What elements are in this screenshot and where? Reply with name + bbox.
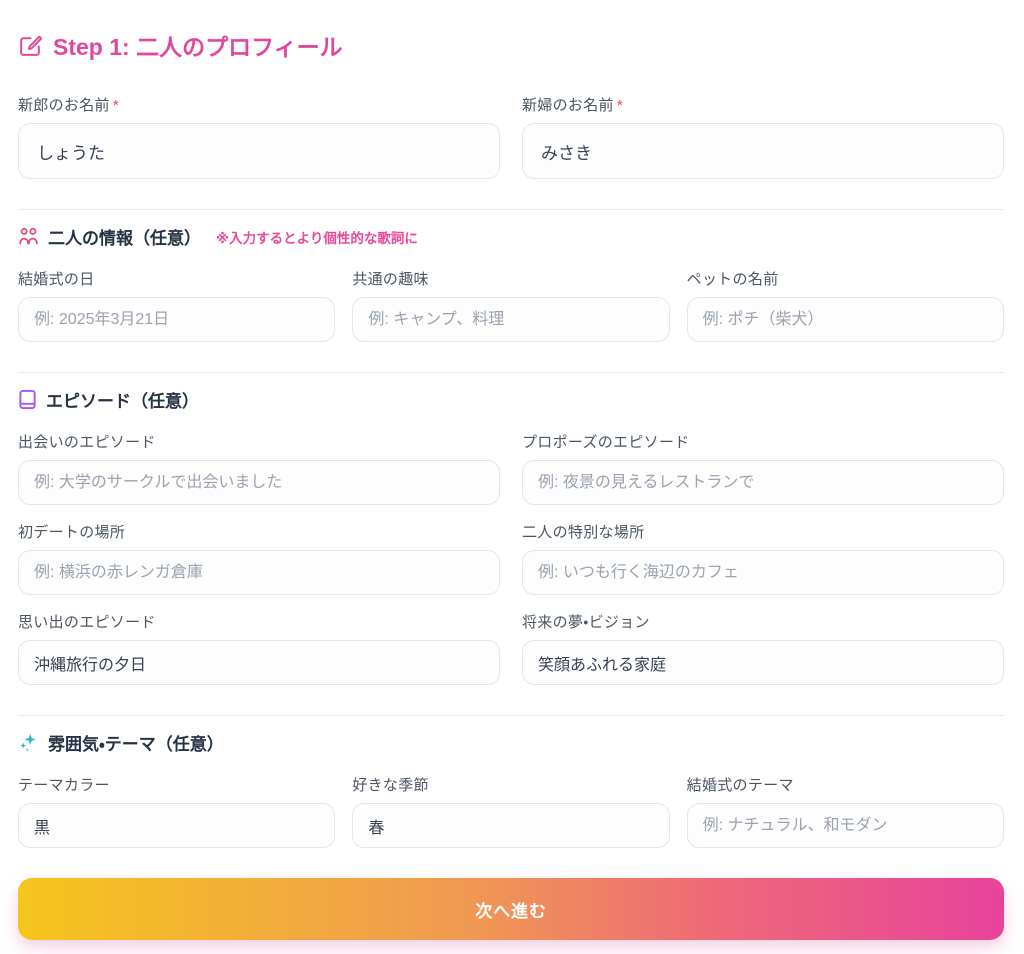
- pet-name-input[interactable]: [687, 297, 1004, 342]
- wedding-date-input[interactable]: [18, 297, 335, 342]
- episodes-grid: 出会いのエピソード プロポーズのエピソード 初デートの場所 二人の特別な場所 思…: [18, 431, 1004, 685]
- couple-icon: [18, 226, 39, 247]
- first-date-label: 初デートの場所: [18, 521, 500, 542]
- groom-name-label-text: 新郎のお名前: [18, 97, 110, 114]
- special-place-field-group: 二人の特別な場所: [522, 521, 1004, 595]
- edit-icon: [18, 33, 43, 58]
- section-divider: [18, 715, 1004, 716]
- special-place-label: 二人の特別な場所: [522, 521, 1004, 542]
- pet-name-field-group: ペットの名前: [687, 268, 1004, 342]
- bride-name-input[interactable]: [522, 123, 1004, 179]
- proposal-episode-field-group: プロポーズのエピソード: [522, 431, 1004, 505]
- required-asterisk: *: [617, 97, 623, 114]
- favorite-season-input[interactable]: [352, 803, 669, 848]
- theme-title: 雰囲気・テーマ（任意）: [48, 730, 224, 755]
- special-place-input[interactable]: [522, 550, 1004, 595]
- hobby-field-group: 共通の趣味: [352, 268, 669, 342]
- theme-color-label: テーマカラー: [18, 774, 335, 795]
- memory-episode-label: 思い出のエピソード: [18, 611, 500, 632]
- first-date-field-group: 初デートの場所: [18, 521, 500, 595]
- groom-name-label: 新郎のお名前*: [18, 94, 500, 115]
- bride-name-label-text: 新婦のお名前: [522, 97, 614, 114]
- bride-name-field-group: 新婦のお名前*: [522, 94, 1004, 179]
- memory-episode-field-group: 思い出のエピソード: [18, 611, 500, 685]
- sparkles-icon: [18, 732, 39, 753]
- book-icon: [18, 389, 37, 410]
- profile-form: Step 1: 二人のプロフィール 新郎のお名前* 新婦のお名前* 二人の情報（…: [0, 0, 1024, 954]
- meeting-episode-input[interactable]: [18, 460, 500, 505]
- couple-info-section-header: 二人の情報（任意） ※入力するとより個性的な歌詞に: [18, 224, 1004, 249]
- theme-color-input[interactable]: [18, 803, 335, 848]
- hobby-input[interactable]: [352, 297, 669, 342]
- page-title-text: Step 1: 二人のプロフィール: [53, 28, 343, 62]
- favorite-season-field-group: 好きな季節: [352, 774, 669, 848]
- first-date-input[interactable]: [18, 550, 500, 595]
- episodes-title: エピソード（任意）: [46, 387, 199, 412]
- meeting-episode-field-group: 出会いのエピソード: [18, 431, 500, 505]
- wedding-theme-field-group: 結婚式のテーマ: [687, 774, 1004, 848]
- favorite-season-label: 好きな季節: [352, 774, 669, 795]
- theme-row: テーマカラー 好きな季節 結婚式のテーマ: [18, 774, 1004, 848]
- bride-name-label: 新婦のお名前*: [522, 94, 1004, 115]
- pet-name-label: ペットの名前: [687, 268, 1004, 289]
- names-row: 新郎のお名前* 新婦のお名前*: [18, 94, 1004, 179]
- hobby-label: 共通の趣味: [352, 268, 669, 289]
- next-step-button[interactable]: 次へ進む: [18, 878, 1004, 940]
- proposal-episode-label: プロポーズのエピソード: [522, 431, 1004, 452]
- meeting-episode-label: 出会いのエピソード: [18, 431, 500, 452]
- required-asterisk: *: [113, 97, 119, 114]
- future-vision-field-group: 将来の夢・ビジョン: [522, 611, 1004, 685]
- groom-name-field-group: 新郎のお名前*: [18, 94, 500, 179]
- couple-info-note: ※入力するとより個性的な歌詞に: [216, 227, 418, 247]
- section-divider: [18, 209, 1004, 210]
- wedding-date-label: 結婚式の日: [18, 268, 335, 289]
- groom-name-input[interactable]: [18, 123, 500, 179]
- wedding-date-field-group: 結婚式の日: [18, 268, 335, 342]
- future-vision-label: 将来の夢・ビジョン: [522, 611, 1004, 632]
- page-title: Step 1: 二人のプロフィール: [18, 28, 1004, 62]
- theme-section-header: 雰囲気・テーマ（任意）: [18, 730, 1004, 755]
- episodes-section-header: エピソード（任意）: [18, 387, 1004, 412]
- future-vision-input[interactable]: [522, 640, 1004, 685]
- section-divider: [18, 372, 1004, 373]
- wedding-theme-label: 結婚式のテーマ: [687, 774, 1004, 795]
- theme-color-field-group: テーマカラー: [18, 774, 335, 848]
- couple-info-row: 結婚式の日 共通の趣味 ペットの名前: [18, 268, 1004, 342]
- couple-info-title: 二人の情報（任意）: [48, 224, 201, 249]
- wedding-theme-input[interactable]: [687, 803, 1004, 848]
- proposal-episode-input[interactable]: [522, 460, 1004, 505]
- memory-episode-input[interactable]: [18, 640, 500, 685]
